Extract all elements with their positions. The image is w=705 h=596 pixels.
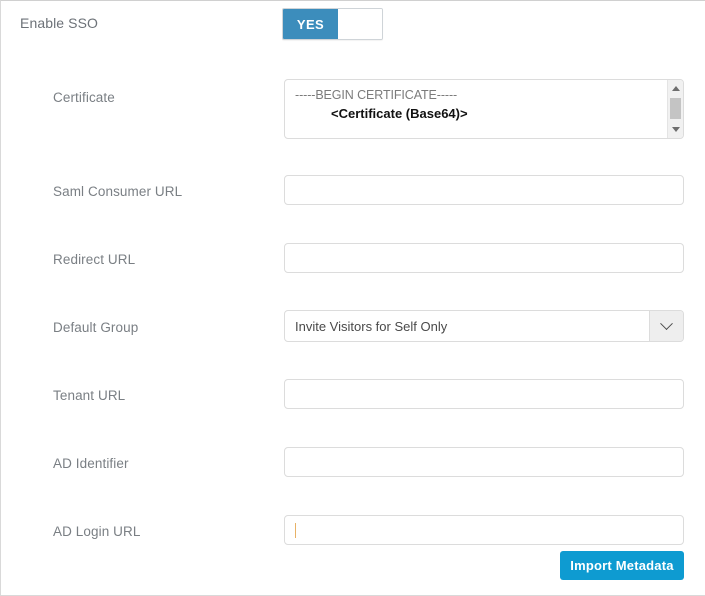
ad-login-url-label: AD Login URL bbox=[53, 524, 141, 539]
scroll-up-arrow-icon[interactable] bbox=[671, 86, 680, 91]
scroll-down-arrow-icon[interactable] bbox=[671, 127, 680, 132]
toggle-yes-segment[interactable]: YES bbox=[283, 9, 338, 39]
ad-login-url-input[interactable] bbox=[284, 515, 684, 545]
enable-sso-toggle[interactable]: YES bbox=[282, 8, 383, 40]
certificate-text-content[interactable]: -----BEGIN CERTIFICATE----- <Certificate… bbox=[285, 80, 667, 138]
certificate-scrollbar[interactable] bbox=[667, 80, 683, 138]
tenant-url-label: Tenant URL bbox=[53, 388, 126, 403]
certificate-base64-placeholder: <Certificate (Base64)> bbox=[331, 106, 468, 121]
default-group-select[interactable]: Invite Visitors for Self Only bbox=[284, 310, 684, 342]
certificate-begin-line: -----BEGIN CERTIFICATE----- bbox=[295, 88, 458, 102]
scrollbar-thumb[interactable] bbox=[670, 98, 681, 119]
toggle-empty-segment[interactable] bbox=[338, 9, 382, 39]
text-cursor bbox=[295, 523, 296, 538]
default-group-label: Default Group bbox=[53, 320, 139, 335]
import-metadata-button[interactable]: Import Metadata bbox=[560, 551, 684, 580]
certificate-label: Certificate bbox=[53, 90, 115, 105]
default-group-dropdown-button[interactable] bbox=[649, 311, 683, 341]
redirect-url-label: Redirect URL bbox=[53, 252, 136, 267]
saml-consumer-url-label: Saml Consumer URL bbox=[53, 184, 183, 199]
tenant-url-input[interactable] bbox=[284, 379, 684, 409]
sso-settings-panel: Enable SSO YES Certificate -----BEGIN CE… bbox=[0, 0, 705, 596]
chevron-down-icon bbox=[660, 316, 673, 330]
ad-identifier-label: AD Identifier bbox=[53, 456, 129, 471]
default-group-selected-value[interactable]: Invite Visitors for Self Only bbox=[285, 311, 649, 341]
saml-consumer-url-input[interactable] bbox=[284, 175, 684, 205]
certificate-textarea[interactable]: -----BEGIN CERTIFICATE----- <Certificate… bbox=[284, 79, 684, 139]
redirect-url-input[interactable] bbox=[284, 243, 684, 273]
ad-identifier-input[interactable] bbox=[284, 447, 684, 477]
enable-sso-label: Enable SSO bbox=[20, 15, 99, 31]
